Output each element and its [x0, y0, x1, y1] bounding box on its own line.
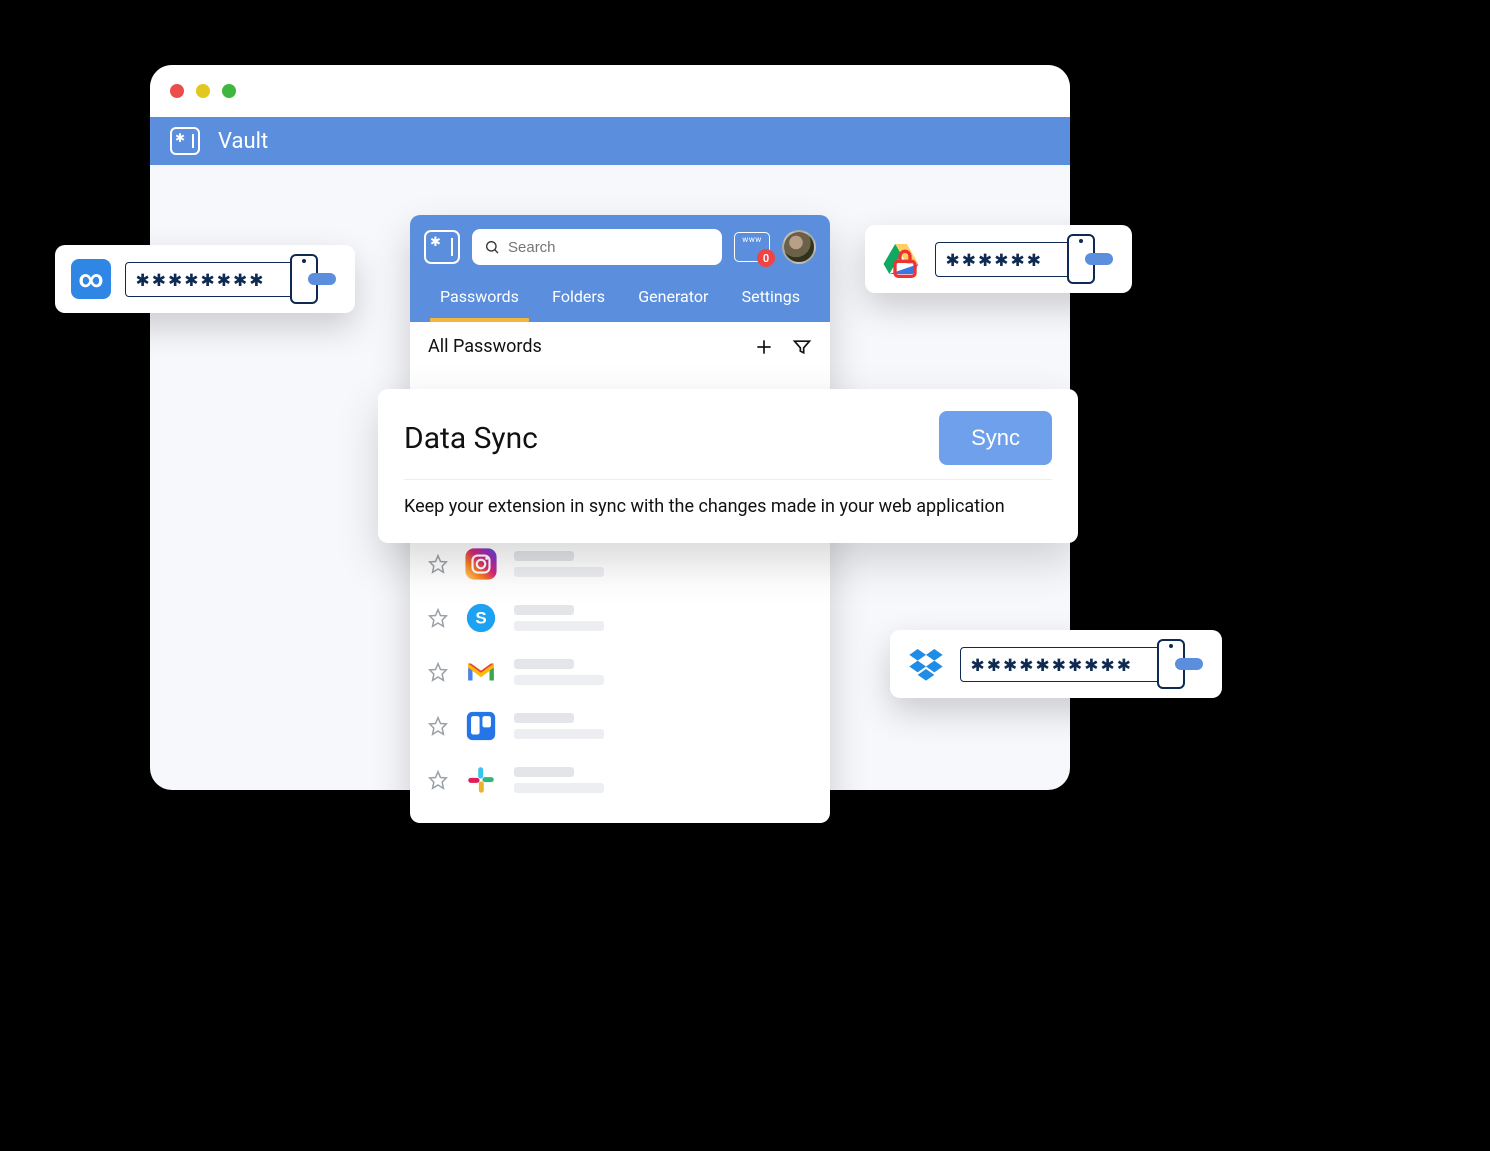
masked-value: ✱✱✱✱✱✱ — [946, 247, 1043, 272]
masked-password: ✱✱✱✱✱✱✱✱ — [125, 262, 307, 297]
masked-value: ✱✱✱✱✱✱✱✱✱✱ — [971, 652, 1133, 677]
masked-value: ✱✱✱✱✱✱✱✱ — [136, 267, 266, 292]
masked-password: ✱✱✱✱✱✱ — [935, 242, 1084, 277]
password-row-gmail[interactable] — [410, 645, 830, 699]
www-label: www — [742, 235, 762, 244]
favorite-star-icon[interactable] — [428, 770, 448, 790]
minimize-window-icon[interactable] — [196, 84, 210, 98]
extension-tabs: Passwords Folders Generator Settings — [424, 265, 816, 322]
tab-folders[interactable]: Folders — [542, 279, 615, 322]
section-header-row: All Passwords — [410, 322, 830, 371]
tab-generator[interactable]: Generator — [628, 279, 718, 322]
slack-icon — [464, 763, 498, 797]
dropbox-icon — [906, 644, 946, 684]
svg-text:S: S — [475, 609, 486, 628]
vault-logo-icon — [424, 230, 460, 264]
sync-description: Keep your extension in sync with the cha… — [404, 496, 1052, 517]
floating-password-card-bottom: ✱✱✱✱✱✱✱✱✱✱ — [890, 630, 1222, 698]
sync-indicator-icon — [1175, 658, 1203, 670]
favorite-star-icon[interactable] — [428, 554, 448, 574]
tab-passwords[interactable]: Passwords — [430, 279, 529, 322]
favorite-star-icon[interactable] — [428, 716, 448, 736]
app-title: Vault — [218, 129, 268, 154]
data-sync-card: Data Sync Sync Keep your extension in sy… — [378, 389, 1078, 543]
sync-indicator-icon — [308, 273, 336, 285]
add-password-icon[interactable] — [754, 337, 774, 357]
window-titlebar — [150, 65, 1070, 117]
extension-header: www 0 Passwords Folders Generator Settin… — [410, 215, 830, 322]
tab-settings[interactable]: Settings — [732, 279, 810, 322]
sync-indicator-icon — [1085, 253, 1113, 265]
password-row-skype[interactable]: S — [410, 591, 830, 645]
skype-icon: S — [464, 601, 498, 635]
traffic-lights — [170, 84, 236, 98]
favorite-star-icon[interactable] — [428, 662, 448, 682]
sync-button[interactable]: Sync — [939, 411, 1052, 465]
vault-logo-icon — [170, 127, 200, 155]
maximize-window-icon[interactable] — [222, 84, 236, 98]
section-title: All Passwords — [428, 336, 542, 357]
infinity-app-icon: ∞ — [71, 259, 111, 299]
password-row-trello[interactable] — [410, 699, 830, 753]
close-window-icon[interactable] — [170, 84, 184, 98]
trello-icon — [464, 709, 498, 743]
website-matches-icon[interactable]: www 0 — [734, 232, 770, 262]
google-drive-icon — [881, 239, 921, 279]
search-field[interactable] — [472, 229, 722, 265]
floating-password-card-right: ✱✱✱✱✱✱ — [865, 225, 1132, 293]
app-bar: Vault — [150, 117, 1070, 165]
website-matches-count: 0 — [757, 249, 775, 267]
instagram-icon — [464, 547, 498, 581]
user-avatar[interactable] — [782, 230, 816, 264]
password-row-slack[interactable] — [410, 753, 830, 807]
password-row-instagram[interactable] — [410, 537, 830, 591]
masked-password: ✱✱✱✱✱✱✱✱✱✱ — [960, 647, 1174, 682]
gmail-icon — [464, 655, 498, 689]
floating-password-card-left: ∞ ✱✱✱✱✱✱✱✱ — [55, 245, 355, 313]
lock-icon — [885, 243, 925, 283]
search-icon — [484, 239, 500, 255]
sync-title: Data Sync — [404, 421, 538, 456]
search-input[interactable] — [508, 239, 710, 256]
favorite-star-icon[interactable] — [428, 608, 448, 628]
filter-icon[interactable] — [792, 337, 812, 357]
